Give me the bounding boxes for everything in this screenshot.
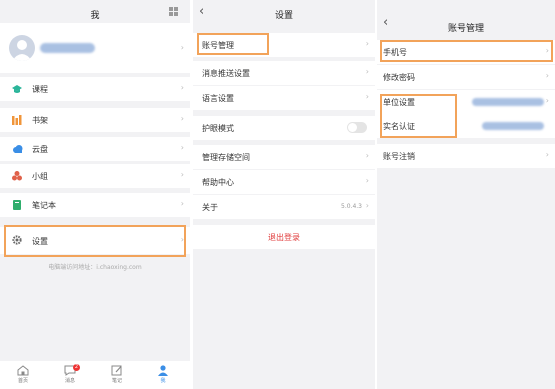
realname-value-redacted: [482, 122, 544, 130]
chevron-right-icon: ›: [180, 43, 184, 52]
highlight-box: [380, 94, 457, 138]
settings-screen: ‹ 设置 账号管理 › 消息推送设置 › 语言设置 › 护眼模式 管理存储空间 …: [193, 0, 375, 389]
chevron-right-icon: ›: [180, 83, 184, 92]
highlight-box: [380, 40, 553, 62]
menu-item-label: 云盘: [32, 145, 48, 154]
cloud-icon: [12, 144, 23, 154]
settings-item-label: 管理存储空间: [202, 153, 250, 162]
account-item-password[interactable]: 修改密码 ›: [377, 65, 555, 89]
settings-item-label: 消息推送设置: [202, 69, 250, 78]
account-item-cancel[interactable]: 账号注销 ›: [377, 144, 555, 168]
chevron-right-icon: ›: [180, 143, 184, 152]
menu-item-notebook[interactable]: 笔记本 ›: [0, 193, 190, 217]
tab-label: 首页: [17, 378, 28, 384]
account-screen: ‹ 账号管理 手机号 › 修改密码 › 单位设置 › 实名认证 账号注销 ›: [377, 0, 555, 389]
settings-item-about[interactable]: 关于 5.0.4.3 ›: [193, 195, 375, 219]
logout-label: 退出登录: [268, 233, 300, 242]
menu-item-label: 书架: [32, 116, 48, 125]
chevron-right-icon: ›: [365, 176, 369, 185]
settings-item-help[interactable]: 帮助中心 ›: [193, 170, 375, 194]
chevron-right-icon: ›: [365, 201, 369, 210]
bookshelf-icon: [12, 115, 22, 125]
chevron-right-icon: ›: [365, 67, 369, 76]
profile-card[interactable]: ›: [0, 23, 190, 73]
version-text: 5.0.4.3: [341, 203, 362, 210]
tab-label: 我: [160, 378, 166, 384]
tab-me[interactable]: 我: [148, 365, 178, 384]
settings-item-eye-mode[interactable]: 护眼模式: [193, 116, 375, 140]
settings-item-label: 护眼模式: [202, 124, 234, 133]
page-title: 账号管理: [447, 24, 484, 34]
notebook-icon: [12, 200, 22, 210]
settings-item-label: 语言设置: [202, 94, 234, 103]
page-title: 我: [90, 11, 100, 21]
tab-home[interactable]: 首页: [8, 365, 38, 384]
note-edit-icon: [111, 365, 122, 376]
settings-item-storage[interactable]: 管理存储空间 ›: [193, 145, 375, 169]
menu-item-label: 笔记本: [32, 201, 56, 210]
menu-item-label: 课程: [32, 85, 48, 94]
chevron-right-icon: ›: [180, 199, 184, 208]
grid-menu-icon[interactable]: [169, 7, 178, 16]
user-icon: [158, 365, 168, 376]
home-icon: [17, 365, 29, 376]
graduation-cap-icon: [12, 84, 22, 94]
highlight-box: [197, 33, 269, 55]
unit-value-redacted: [472, 98, 544, 106]
account-item-label: 账号注销: [383, 152, 415, 161]
account-item-label: 修改密码: [383, 73, 415, 82]
settings-item-push[interactable]: 消息推送设置 ›: [193, 61, 375, 85]
avatar: [9, 35, 35, 61]
pc-address-text: 电脑端访问地址：i.chaoxing.com: [48, 264, 142, 271]
highlight-box: [4, 225, 186, 257]
chevron-right-icon: ›: [365, 92, 369, 101]
menu-item-group[interactable]: 小组 ›: [0, 164, 190, 188]
chevron-right-icon: ›: [180, 114, 184, 123]
menu-item-label: 小组: [32, 172, 48, 181]
menu-item-cloud[interactable]: 云盘 ›: [0, 137, 190, 161]
tab-label: 消息: [64, 378, 75, 384]
tab-notes[interactable]: 笔记: [102, 365, 132, 384]
username-redacted: [40, 43, 95, 53]
settings-item-language[interactable]: 语言设置 ›: [193, 86, 375, 110]
menu-item-courses[interactable]: 课程 ›: [0, 77, 190, 101]
tab-label: 笔记: [111, 378, 122, 384]
group-icon: [12, 171, 22, 181]
chevron-right-icon: ›: [365, 151, 369, 160]
unread-badge: 2: [73, 364, 80, 371]
me-screen: 我 › 课程 › 书架 › 云盘 › 小组 › 笔记本 › 设置 › 电脑端访问…: [0, 0, 190, 389]
chevron-right-icon: ›: [180, 170, 184, 179]
page-title: 设置: [274, 11, 293, 21]
chevron-right-icon: ›: [545, 150, 549, 159]
eye-mode-toggle[interactable]: [347, 122, 367, 133]
chevron-right-icon: ›: [365, 39, 369, 48]
logout-button[interactable]: 退出登录: [193, 225, 375, 249]
tab-messages[interactable]: 2 消息: [55, 364, 85, 384]
settings-item-label: 帮助中心: [202, 178, 234, 187]
bottom-tab-bar: 首页 2 消息 笔记 我: [0, 361, 190, 389]
chevron-right-icon: ›: [545, 96, 549, 105]
menu-item-bookshelf[interactable]: 书架 ›: [0, 108, 190, 132]
chevron-right-icon: ›: [545, 71, 549, 80]
settings-item-label: 关于: [202, 203, 218, 212]
